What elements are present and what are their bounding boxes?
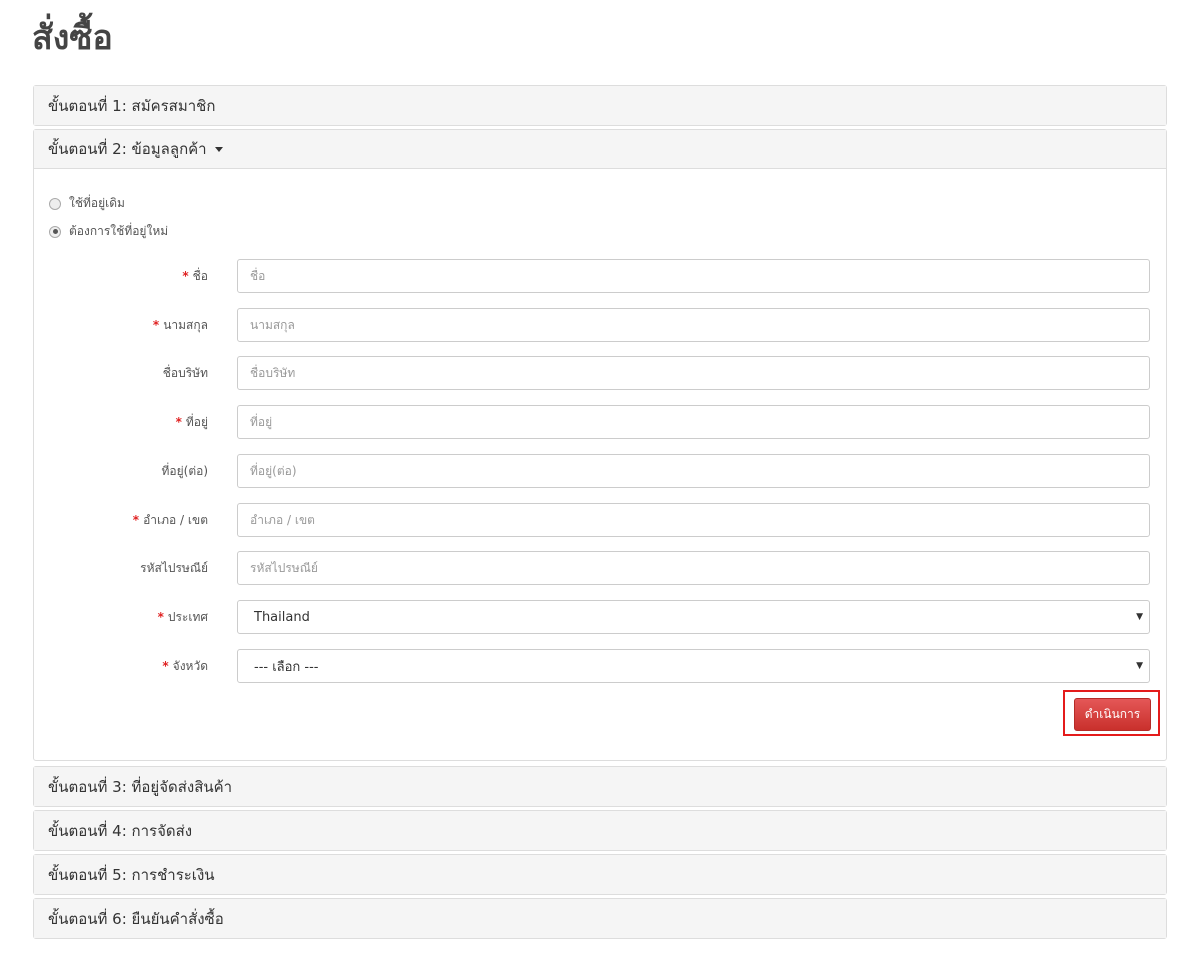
lastname-label-text: นามสกุล xyxy=(163,317,208,332)
address2-row: ที่อยู่(ต่อ) xyxy=(34,454,1166,488)
required-mark: * xyxy=(175,415,182,429)
required-mark: * xyxy=(182,269,189,283)
step-5-panel: ขั้นตอนที่ 5: การชำระเงิน xyxy=(33,854,1167,895)
step-5-heading[interactable]: ขั้นตอนที่ 5: การชำระเงิน xyxy=(34,855,1166,894)
district-label-text: อำเภอ / เขต xyxy=(143,512,208,527)
country-select[interactable]: Thailand ▼ xyxy=(237,600,1150,634)
step-3-heading[interactable]: ขั้นตอนที่ 3: ที่อยู่จัดส่งสินค้า xyxy=(34,767,1166,806)
caret-down-icon xyxy=(214,146,223,152)
address2-label-text: ที่อยู่(ต่อ) xyxy=(161,463,208,478)
new-address-label: ต้องการใช้ที่อยู่ใหม่ xyxy=(69,224,169,238)
company-input[interactable] xyxy=(237,356,1150,390)
step-6-panel: ขั้นตอนที่ 6: ยืนยันคำสั่งซื้อ xyxy=(33,898,1167,939)
address2-input[interactable] xyxy=(237,454,1150,488)
new-address-option[interactable]: ต้องการใช้ที่อยู่ใหม่ xyxy=(49,222,168,241)
province-label: * จังหวัด xyxy=(162,649,208,683)
required-mark: * xyxy=(157,610,164,624)
lastname-row: * นามสกุล xyxy=(34,308,1166,342)
address1-row: * ที่อยู่ xyxy=(34,405,1166,439)
province-row: * จังหวัด --- เลือก --- ▼ xyxy=(34,649,1166,683)
existing-address-label: ใช้ที่อยู่เดิม xyxy=(69,196,125,210)
firstname-label-text: ชื่อ xyxy=(192,268,208,283)
step-2-panel: ขั้นตอนที่ 2: ข้อมูลลูกค้า ใช้ที่อยู่เดิ… xyxy=(33,129,1167,761)
company-label: ชื่อบริษัท xyxy=(163,356,208,390)
province-value: --- เลือก --- xyxy=(254,659,319,675)
postcode-label-text: รหัสไปรษณีย์ xyxy=(140,560,208,575)
step-5-label: ขั้นตอนที่ 5: การชำระเงิน xyxy=(48,865,215,884)
postcode-row: รหัสไปรษณีย์ xyxy=(34,551,1166,585)
step-6-label: ขั้นตอนที่ 6: ยืนยันคำสั่งซื้อ xyxy=(48,909,224,928)
country-label-text: ประเทศ xyxy=(167,609,208,624)
firstname-label: * ชื่อ xyxy=(182,259,208,293)
company-label-text: ชื่อบริษัท xyxy=(162,365,208,380)
step-2-label: ขั้นตอนที่ 2: ข้อมูลลูกค้า xyxy=(48,140,207,158)
step-4-panel: ขั้นตอนที่ 4: การจัดส่ง xyxy=(33,810,1167,851)
address1-label: * ที่อยู่ xyxy=(176,405,208,439)
step-6-heading[interactable]: ขั้นตอนที่ 6: ยืนยันคำสั่งซื้อ xyxy=(34,899,1166,938)
step-4-label: ขั้นตอนที่ 4: การจัดส่ง xyxy=(48,821,193,840)
step-4-heading[interactable]: ขั้นตอนที่ 4: การจัดส่ง xyxy=(34,811,1166,850)
country-value: Thailand xyxy=(254,609,310,625)
postcode-input[interactable] xyxy=(237,551,1150,585)
step-3-label: ขั้นตอนที่ 3: ที่อยู่จัดส่งสินค้า xyxy=(48,777,233,796)
required-mark: * xyxy=(162,659,169,673)
province-label-text: จังหวัด xyxy=(172,658,208,673)
lastname-input[interactable] xyxy=(237,308,1150,342)
required-mark: * xyxy=(132,513,140,527)
step-1-heading[interactable]: ขั้นตอนที่ 1: สมัครสมาชิก xyxy=(34,86,1166,125)
existing-address-option[interactable]: ใช้ที่อยู่เดิม xyxy=(49,194,125,213)
firstname-row: * ชื่อ xyxy=(34,259,1166,293)
address1-label-text: ที่อยู่ xyxy=(185,414,208,429)
required-mark: * xyxy=(152,318,160,332)
lastname-label: * นามสกุล xyxy=(153,308,208,342)
step-1-panel: ขั้นตอนที่ 1: สมัครสมาชิก xyxy=(33,85,1167,126)
existing-address-radio[interactable] xyxy=(49,197,61,210)
country-row: * ประเทศ Thailand ▼ xyxy=(34,600,1166,634)
chevron-down-icon: ▼ xyxy=(1136,661,1143,671)
chevron-down-icon: ▼ xyxy=(1136,612,1143,622)
new-address-radio[interactable] xyxy=(49,225,61,238)
district-row: * อำเภอ / เขต xyxy=(34,503,1166,537)
firstname-input[interactable] xyxy=(237,259,1150,293)
country-label: * ประเทศ xyxy=(158,600,208,634)
company-row: ชื่อบริษัท xyxy=(34,356,1166,390)
step-2-heading[interactable]: ขั้นตอนที่ 2: ข้อมูลลูกค้า xyxy=(34,130,1166,169)
address1-input[interactable] xyxy=(237,405,1150,439)
address2-label: ที่อยู่(ต่อ) xyxy=(161,454,208,488)
postcode-label: รหัสไปรษณีย์ xyxy=(140,551,208,585)
district-label: * อำเภอ / เขต xyxy=(133,503,208,537)
step-1-label: ขั้นตอนที่ 1: สมัครสมาชิก xyxy=(48,96,216,115)
province-select[interactable]: --- เลือก --- ▼ xyxy=(237,649,1150,683)
step-3-panel: ขั้นตอนที่ 3: ที่อยู่จัดส่งสินค้า xyxy=(33,766,1167,807)
continue-button[interactable]: ดำเนินการ xyxy=(1074,698,1151,731)
district-input[interactable] xyxy=(237,503,1150,537)
page-title: สั่งซื้อ xyxy=(32,18,113,58)
